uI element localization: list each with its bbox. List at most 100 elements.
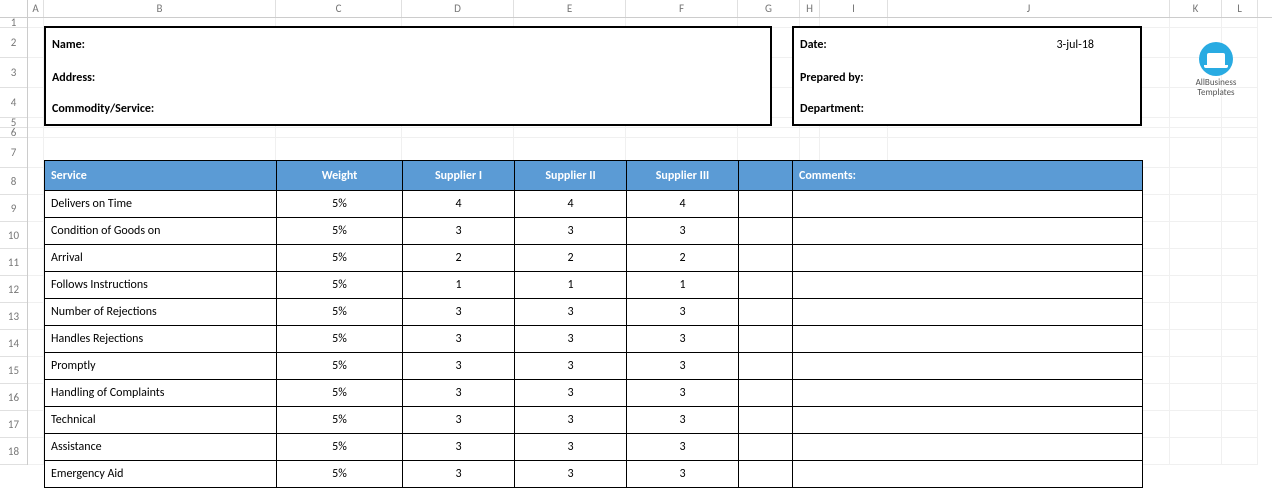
th-comments[interactable]: Comments:: [793, 161, 1143, 191]
row-header-14[interactable]: 14: [0, 330, 27, 357]
cell[interactable]: [28, 303, 44, 330]
td-supplier-2[interactable]: 3: [515, 299, 627, 326]
row-header-7[interactable]: 7: [0, 138, 27, 168]
row-header-12[interactable]: 12: [0, 276, 27, 303]
td-supplier-1[interactable]: 3: [403, 380, 515, 407]
col-header-L[interactable]: L: [1222, 0, 1258, 17]
cell[interactable]: [888, 128, 1170, 138]
td-weight[interactable]: 5%: [277, 272, 403, 299]
cell[interactable]: [1222, 357, 1258, 384]
td-comment[interactable]: [793, 407, 1143, 434]
td-supplier-1[interactable]: 3: [403, 218, 515, 245]
td-supplier-3[interactable]: 3: [627, 380, 739, 407]
td-supplier-2[interactable]: 3: [515, 380, 627, 407]
td-supplier-2[interactable]: 3: [515, 218, 627, 245]
td-service[interactable]: Assistance: [45, 434, 277, 461]
cell[interactable]: [1222, 138, 1258, 168]
td-service[interactable]: Follows Instructions: [45, 272, 277, 299]
td-supplier-2[interactable]: 2: [515, 245, 627, 272]
td-supplier-2[interactable]: 3: [515, 353, 627, 380]
cell[interactable]: [1170, 438, 1222, 465]
row-header-18[interactable]: 18: [0, 438, 27, 465]
td-supplier-3[interactable]: 3: [627, 218, 739, 245]
td-supplier-3[interactable]: 3: [627, 407, 739, 434]
td-comment[interactable]: [793, 353, 1143, 380]
td-supplier-2[interactable]: 3: [515, 407, 627, 434]
td-supplier-3[interactable]: 3: [627, 461, 739, 488]
td-comment[interactable]: [793, 245, 1143, 272]
th-service[interactable]: Service: [45, 161, 277, 191]
td-comment[interactable]: [793, 299, 1143, 326]
cell[interactable]: [1222, 195, 1258, 222]
td-supplier-3[interactable]: 3: [627, 353, 739, 380]
row-header-2[interactable]: 2: [0, 28, 27, 58]
cell[interactable]: [1222, 303, 1258, 330]
td-comment[interactable]: [793, 461, 1143, 488]
cell[interactable]: [820, 128, 888, 138]
cell[interactable]: [1222, 438, 1258, 465]
cell[interactable]: [1170, 222, 1222, 249]
cell[interactable]: [276, 128, 402, 138]
td-service[interactable]: Promptly: [45, 353, 277, 380]
td-supplier-3[interactable]: 2: [627, 245, 739, 272]
cell[interactable]: [28, 28, 44, 58]
td-supplier-1[interactable]: 2: [403, 245, 515, 272]
td-supplier-1[interactable]: 3: [403, 326, 515, 353]
row-header-16[interactable]: 16: [0, 384, 27, 411]
cell[interactable]: [1222, 249, 1258, 276]
col-header-B[interactable]: B: [44, 0, 276, 17]
td-comment[interactable]: [793, 272, 1143, 299]
td-supplier-1[interactable]: 4: [403, 191, 515, 218]
col-header-K[interactable]: K: [1170, 0, 1222, 17]
td-comment[interactable]: [793, 191, 1143, 218]
col-header-I[interactable]: I: [820, 0, 888, 17]
cell[interactable]: [800, 128, 820, 138]
td-supplier-2[interactable]: 1: [515, 272, 627, 299]
cell[interactable]: [28, 18, 44, 28]
cell[interactable]: [1170, 128, 1222, 138]
td-comment[interactable]: [793, 434, 1143, 461]
cell[interactable]: [514, 128, 626, 138]
col-header-J[interactable]: J: [888, 0, 1170, 17]
select-all-corner[interactable]: [0, 0, 28, 17]
td-weight[interactable]: 5%: [277, 245, 403, 272]
col-header-C[interactable]: C: [276, 0, 402, 17]
cell[interactable]: [1222, 168, 1258, 195]
col-header-H[interactable]: H: [800, 0, 820, 17]
row-header-11[interactable]: 11: [0, 249, 27, 276]
cell[interactable]: [1222, 411, 1258, 438]
td-service[interactable]: Technical: [45, 407, 277, 434]
cell[interactable]: [402, 128, 514, 138]
cell[interactable]: [1170, 249, 1222, 276]
td-comment[interactable]: [793, 218, 1143, 245]
cell[interactable]: [28, 118, 44, 128]
td-supplier-2[interactable]: 4: [515, 191, 627, 218]
td-supplier-3[interactable]: 3: [627, 299, 739, 326]
td-weight[interactable]: 5%: [277, 461, 403, 488]
cell[interactable]: [28, 128, 44, 138]
row-header-15[interactable]: 15: [0, 357, 27, 384]
td-supplier-1[interactable]: 1: [403, 272, 515, 299]
cell[interactable]: [738, 128, 800, 138]
col-header-E[interactable]: E: [514, 0, 626, 17]
row-header-17[interactable]: 17: [0, 411, 27, 438]
cell[interactable]: [1170, 118, 1222, 128]
td-supplier-1[interactable]: 3: [403, 299, 515, 326]
row-header-4[interactable]: 4: [0, 88, 27, 118]
cell[interactable]: [1222, 384, 1258, 411]
cell[interactable]: [1170, 384, 1222, 411]
cell[interactable]: [28, 357, 44, 384]
td-supplier-1[interactable]: 3: [403, 434, 515, 461]
row-header-10[interactable]: 10: [0, 222, 27, 249]
cell[interactable]: [1170, 138, 1222, 168]
td-weight[interactable]: 5%: [277, 299, 403, 326]
cell[interactable]: [28, 276, 44, 303]
cell[interactable]: [28, 411, 44, 438]
col-header-D[interactable]: D: [402, 0, 514, 17]
cell[interactable]: [1170, 168, 1222, 195]
cell[interactable]: [1222, 276, 1258, 303]
td-service[interactable]: Number of Rejections: [45, 299, 277, 326]
td-weight[interactable]: 5%: [277, 407, 403, 434]
cell[interactable]: [28, 222, 44, 249]
td-weight[interactable]: 5%: [277, 434, 403, 461]
